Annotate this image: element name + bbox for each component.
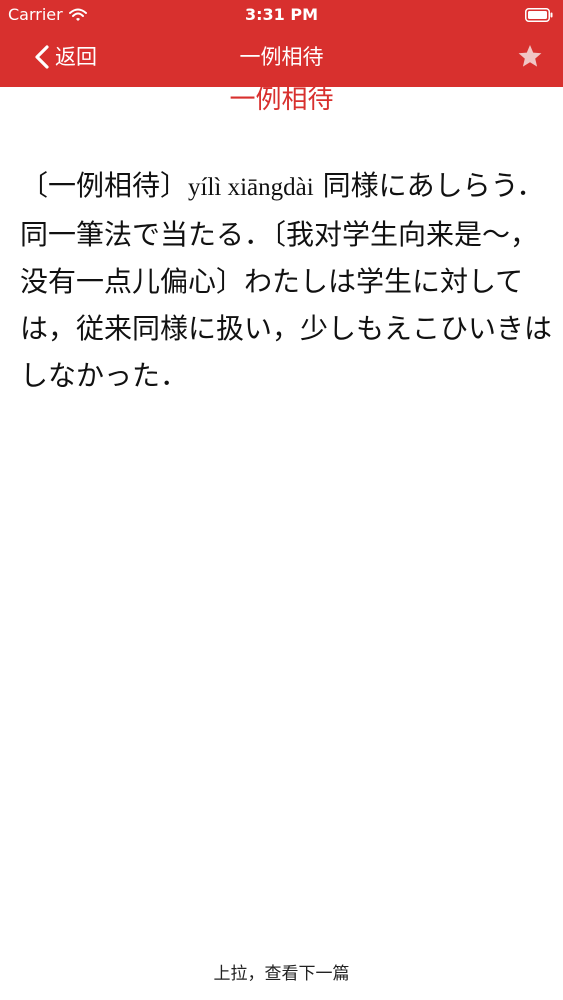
app-screen: Carrier 3:31 PM 返回 一例相待 一例相待 〔一例相待〕yílì … xyxy=(0,0,563,1000)
definition-text: 〔一例相待〕yílì xiāngdài 同様にあしらう．同一筆法で当たる．〔我对… xyxy=(20,162,552,399)
chevron-left-icon xyxy=(35,45,49,69)
star-icon[interactable] xyxy=(517,43,543,69)
headword-title: 一例相待 xyxy=(229,85,334,115)
pinyin-text: yílì xiāngdài xyxy=(188,174,314,201)
status-bar: Carrier 3:31 PM xyxy=(0,0,563,30)
status-time: 3:31 PM xyxy=(244,5,318,24)
headword-bracket: 〔一例相待〕 xyxy=(20,169,189,202)
battery-icon xyxy=(525,8,553,22)
definition-body: 同様にあしらう．同一筆法で当たる．〔我对学生向来是～，没有一点儿偏心〕わたしは学… xyxy=(20,169,553,392)
back-button[interactable]: 返回 xyxy=(34,42,97,72)
back-label: 返回 xyxy=(55,45,97,69)
navigation-bar: 返回 一例相待 xyxy=(0,30,563,87)
nav-title: 一例相待 xyxy=(239,45,324,69)
pull-up-hint: 上拉，查看下一篇 xyxy=(213,964,350,984)
top-bar: Carrier 3:31 PM 返回 一例相待 xyxy=(0,0,563,87)
